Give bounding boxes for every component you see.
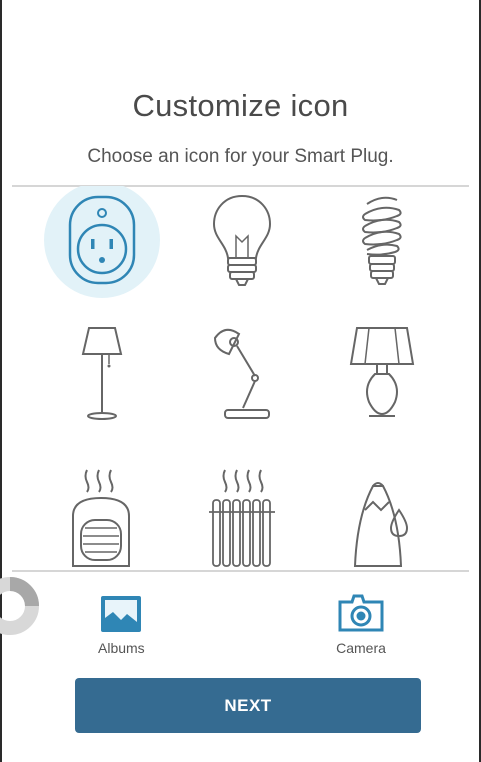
icon-option-table-lamp[interactable] — [322, 314, 442, 434]
camera-button[interactable]: Camera — [336, 590, 386, 656]
icon-grid — [12, 186, 469, 570]
cfl-bulb-icon — [362, 196, 402, 285]
phone-screen: Customize icon Choose an icon for your S… — [0, 0, 481, 762]
albums-label: Albums — [98, 640, 145, 656]
icon-option-space-heater[interactable] — [42, 456, 162, 570]
desk-lamp-icon — [213, 328, 270, 419]
icon-option-desk-lamp[interactable] — [182, 314, 302, 434]
albums-icon — [101, 596, 142, 632]
icon-option-light-bulb[interactable] — [182, 186, 302, 300]
page-subtitle: Choose an icon for your Smart Plug. — [87, 146, 394, 167]
albums-button[interactable]: Albums — [98, 594, 145, 656]
grid-divider — [12, 570, 469, 572]
smart-plug-icon — [68, 195, 136, 285]
loading-spinner-icon — [0, 577, 39, 635]
light-bulb-icon — [212, 194, 272, 286]
radiator-icon — [209, 469, 275, 567]
camera-label: Camera — [336, 640, 386, 656]
camera-icon — [338, 594, 384, 632]
icon-option-radiator[interactable] — [182, 456, 302, 570]
floor-lamp-icon — [81, 327, 123, 420]
icon-option-smart-plug[interactable] — [42, 186, 162, 300]
icon-option-floor-lamp[interactable] — [42, 314, 162, 434]
humidifier-icon — [353, 482, 409, 567]
page-title: Customize icon — [132, 88, 349, 123]
table-lamp-icon — [349, 327, 415, 417]
icon-option-humidifier[interactable] — [322, 456, 442, 570]
icon-option-cfl-bulb[interactable] — [322, 186, 442, 300]
next-button[interactable]: NEXT — [75, 678, 421, 733]
space-heater-icon — [72, 469, 130, 567]
